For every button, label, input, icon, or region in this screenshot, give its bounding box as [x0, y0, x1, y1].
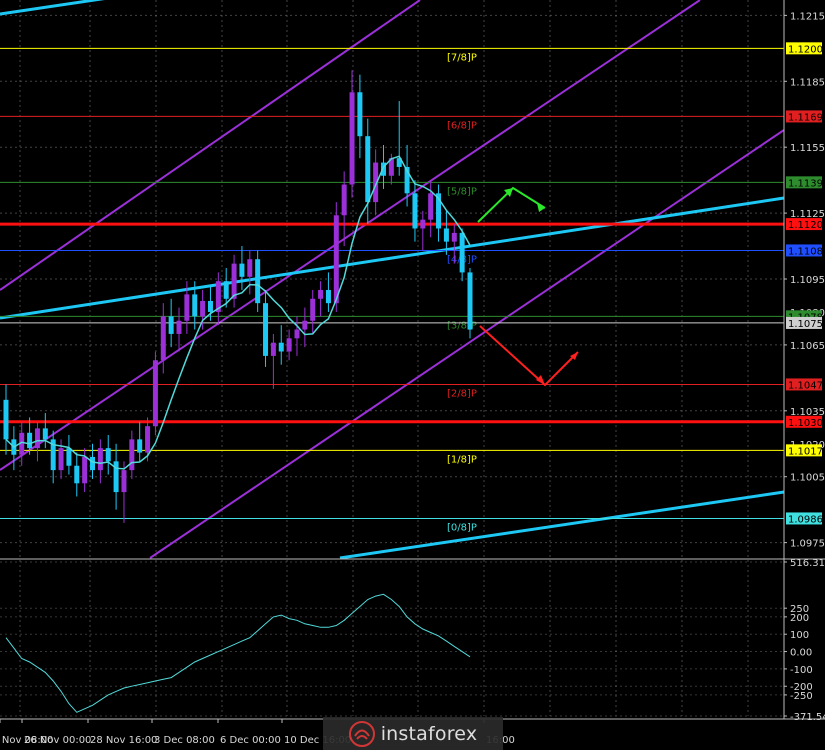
candle-body — [310, 298, 316, 321]
candle-body — [137, 439, 143, 453]
murrey-levels: [7/8]P[6/8]P[5/8]P[4/8]P[3/8]P[2/8]P[1/8… — [0, 47, 784, 533]
candle-body — [184, 294, 190, 321]
candle-body — [365, 136, 371, 203]
candlesticks — [3, 70, 473, 523]
candle-body — [318, 289, 324, 299]
candle-body — [412, 193, 418, 229]
candle-body — [302, 320, 308, 330]
candle-body — [341, 184, 347, 216]
candle-body — [42, 428, 48, 440]
channel-upper-line — [0, 0, 421, 291]
candle-body — [333, 215, 339, 304]
level-tag-label: 1.1017 — [788, 446, 823, 457]
candle-body — [231, 263, 237, 299]
channel-middle-line — [0, 0, 701, 471]
candle-body — [152, 360, 158, 427]
candle-body — [428, 193, 434, 220]
candle-body — [97, 448, 103, 471]
candle-body — [74, 465, 80, 484]
bullish-arrow — [477, 186, 546, 223]
price-tick-label: 1.0975 — [790, 539, 825, 550]
osc-tick-label: 516.3192 — [790, 558, 825, 569]
candle-body — [223, 281, 229, 299]
time-label: 28 Nov 16:00 — [90, 735, 157, 746]
candle-body — [3, 399, 9, 440]
candle-body — [239, 263, 245, 277]
candle-body — [286, 338, 292, 352]
watermark-brand: instaforex — [380, 722, 478, 745]
level-label: [1/8]P — [447, 454, 477, 465]
level-label: [0/8]P — [447, 522, 477, 533]
level-tag-label: 1.1120 — [788, 220, 823, 231]
candle-body — [145, 426, 151, 453]
instaforex-watermark: instaforex — [323, 717, 503, 750]
candle-body — [255, 259, 261, 304]
time-label: 26 Nov 00:00 — [24, 735, 91, 746]
price-tick-label: 1.1095 — [790, 275, 825, 286]
candle-body — [66, 448, 72, 466]
instaforex-logo-icon — [348, 720, 375, 747]
osc-tick-label: 200 — [790, 613, 809, 624]
osc-tick-label: -250 — [790, 691, 813, 702]
candle-body — [34, 428, 40, 449]
price-tick-label: 1.1185 — [790, 77, 825, 88]
candle-body — [294, 329, 300, 339]
price-tick-label: 1.1065 — [790, 341, 825, 352]
osc-tick-label: -100 — [790, 665, 813, 676]
candle-body — [467, 272, 473, 330]
candle-body — [443, 228, 449, 242]
candle-body — [207, 300, 213, 312]
forecast-arrows — [477, 186, 579, 387]
candle-body — [168, 316, 174, 334]
candle-body — [263, 303, 269, 356]
level-label: [5/8]P — [447, 186, 477, 197]
level-tag-label: 1.1169 — [788, 112, 823, 123]
candle-body — [90, 456, 96, 471]
candle-body — [27, 432, 33, 449]
trendline-upper — [0, 196, 785, 320]
candle-body — [459, 232, 465, 273]
price-tick-label: 1.1215 — [790, 11, 825, 22]
candle-body — [82, 456, 88, 484]
candle-body — [451, 232, 457, 242]
time-label: 3 Dec 08:00 — [154, 735, 215, 746]
candle-body — [200, 300, 206, 317]
bearish-arrowhead — [536, 375, 545, 385]
level-tag-label: 1.1075 — [788, 319, 823, 330]
time-label: 6 Dec 00:00 — [220, 735, 281, 746]
bearish-arrow — [479, 325, 579, 387]
candle-body — [357, 92, 363, 137]
level-label: [7/8]P — [447, 52, 477, 63]
osc-tick-label: -371.549 — [790, 712, 825, 723]
candle-body — [58, 448, 64, 471]
price-tick-label: 1.1005 — [790, 473, 825, 484]
candle-body — [129, 439, 135, 471]
level-tag-label: 1.1200 — [788, 44, 823, 55]
candle-body — [349, 92, 355, 185]
level-tag-label: 1.1108 — [788, 246, 823, 257]
candle-body — [160, 316, 166, 361]
trendline-lower — [339, 490, 785, 560]
candle-body — [176, 320, 182, 334]
osc-tick-label: 100 — [790, 630, 809, 641]
level-label: [6/8]P — [447, 120, 477, 131]
level-tag-label: 1.1139 — [788, 178, 823, 189]
level-label: [2/8]P — [447, 388, 477, 399]
level-tag-label: 1.1047 — [788, 380, 823, 391]
level-tag-label: 1.0986 — [788, 514, 823, 525]
candle-body — [105, 448, 111, 462]
candle-body — [278, 342, 284, 352]
candle-body — [420, 219, 426, 229]
level-tag-label: 1.1030 — [788, 418, 823, 429]
chart-grid — [0, 0, 784, 717]
candle-body — [192, 294, 198, 317]
chart-canvas: [7/8]P[6/8]P[5/8]P[4/8]P[3/8]P[2/8]P[1/8… — [0, 0, 825, 746]
candle-body — [325, 289, 331, 304]
candle-body — [247, 259, 253, 277]
candle-body — [121, 470, 127, 493]
candle-body — [270, 342, 276, 356]
osc-tick-label: 0.00 — [790, 648, 812, 659]
price-tick-label: 1.1155 — [790, 143, 825, 154]
